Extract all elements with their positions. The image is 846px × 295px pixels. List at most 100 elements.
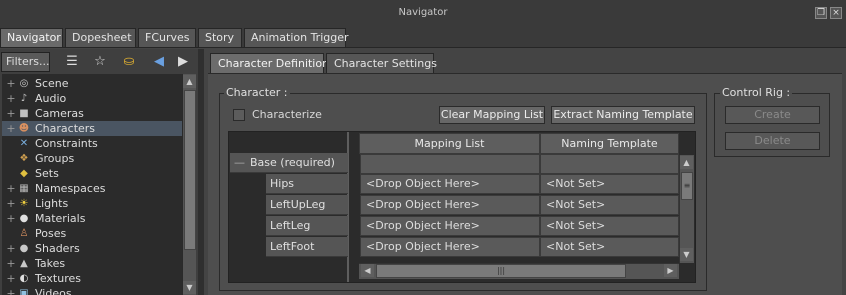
create-button[interactable]: Create: [725, 106, 820, 124]
expand-icon[interactable]: +: [6, 76, 16, 91]
tree-item-cameras[interactable]: + ■ Cameras: [2, 106, 182, 121]
audio-icon: ♪: [20, 93, 28, 104]
naming-cell[interactable]: <Not Set>: [540, 216, 679, 236]
grid-scroll-up-icon[interactable]: ▲: [680, 156, 693, 169]
tree-item-label: Shaders: [35, 242, 80, 255]
tab-story[interactable]: Story: [198, 28, 242, 47]
tab-navigator[interactable]: Navigator: [0, 28, 63, 47]
tab-character-settings[interactable]: Character Settings: [326, 53, 437, 74]
collapse-icon[interactable]: —: [234, 153, 245, 173]
close-window-icon[interactable]: ×: [830, 7, 842, 19]
tree-item-audio[interactable]: + ♪ Audio: [2, 91, 182, 106]
expand-icon[interactable]: +: [6, 181, 16, 196]
tree-item-poses[interactable]: ♙ Poses: [2, 226, 182, 241]
group-row-naming-cell: [540, 154, 679, 174]
set-icon: ◆: [20, 168, 28, 179]
tree-item-scene[interactable]: + ◎ Scene: [2, 76, 182, 91]
extract-naming-template-button[interactable]: Extract Naming Template: [551, 106, 695, 124]
mapping-cell[interactable]: <Drop Object Here>: [360, 174, 540, 194]
tree-item-label: Characters: [35, 122, 96, 135]
material-icon: ●: [19, 213, 29, 224]
tree-item-label: Textures: [35, 272, 81, 285]
tree-item-textures[interactable]: + ◐ Textures: [2, 271, 182, 286]
filters-button[interactable]: Filters...: [1, 52, 50, 72]
character-group-label: Character :: [224, 86, 290, 99]
select-star-icon[interactable]: ☆: [91, 53, 109, 71]
group-icon: ❖: [19, 153, 29, 164]
navigator-tree: + ◎ Scene + ♪ Audio + ■ Cameras + ☻ Char…: [2, 74, 182, 295]
tab-fcurves[interactable]: FCurves: [138, 28, 196, 47]
tab-character-definition[interactable]: Character Definition: [210, 53, 329, 74]
light-icon: ☀: [19, 198, 29, 209]
back-arrow-icon[interactable]: ◀: [150, 53, 168, 71]
restore-window-icon[interactable]: ❐: [815, 7, 827, 19]
tree-item-sets[interactable]: ◆ Sets: [2, 166, 182, 181]
expand-icon[interactable]: +: [6, 256, 16, 271]
tree-item-label: Namespaces: [35, 182, 106, 195]
tree-item-label: Takes: [35, 257, 66, 270]
tree-item-constraints[interactable]: ✕ Constraints: [2, 136, 182, 151]
table-row-label[interactable]: LeftUpLeg: [266, 195, 348, 215]
video-icon: ▣: [19, 288, 29, 295]
column-header-mapping-list[interactable]: Mapping List: [359, 133, 540, 154]
characterize-checkbox[interactable]: [233, 109, 245, 121]
list-view-icon[interactable]: ☰: [63, 53, 81, 71]
grid-scroll-right-icon[interactable]: ▶: [664, 264, 677, 277]
mapping-cell[interactable]: <Drop Object Here>: [360, 195, 540, 215]
mapping-cell[interactable]: <Drop Object Here>: [360, 237, 540, 257]
take-icon: ▲: [20, 258, 28, 269]
expand-icon[interactable]: +: [6, 211, 16, 226]
tree-item-label: Constraints: [35, 137, 98, 150]
tree-item-label: Materials: [35, 212, 86, 225]
tree-item-label: Lights: [35, 197, 69, 210]
expand-icon[interactable]: +: [6, 91, 16, 106]
namespace-icon: ▦: [19, 183, 29, 194]
tree-item-shaders[interactable]: + ● Shaders: [2, 241, 182, 256]
pose-icon: ♙: [19, 228, 29, 239]
tree-item-label: Videos: [35, 287, 72, 295]
mapping-cell[interactable]: <Drop Object Here>: [360, 216, 540, 236]
naming-cell[interactable]: <Not Set>: [540, 195, 679, 215]
naming-cell[interactable]: <Not Set>: [540, 174, 679, 194]
tree-item-materials[interactable]: + ● Materials: [2, 211, 182, 226]
grid-scroll-left-icon[interactable]: ◀: [361, 264, 374, 277]
table-row-label[interactable]: LeftLeg: [266, 216, 348, 236]
expand-icon[interactable]: +: [6, 106, 16, 121]
expand-icon[interactable]: +: [6, 241, 16, 256]
tab-animation-trigger[interactable]: Animation Trigger: [244, 28, 349, 47]
scroll-up-icon[interactable]: ▲: [183, 75, 196, 88]
tree-item-label: Audio: [35, 92, 67, 105]
tree-item-takes[interactable]: + ▲ Takes: [2, 256, 182, 271]
grid-vertical-thumb[interactable]: ≡: [681, 172, 693, 200]
table-row-label[interactable]: LeftFoot: [266, 237, 348, 257]
tab-dopesheet[interactable]: Dopesheet: [65, 28, 136, 47]
tree-scrollbar-thumb[interactable]: [184, 90, 196, 250]
grid-horizontal-thumb[interactable]: |||: [376, 264, 626, 278]
tree-item-characters[interactable]: + ☻ Characters: [2, 121, 182, 136]
shader-icon: ●: [19, 243, 29, 254]
expand-icon[interactable]: +: [6, 286, 16, 295]
expand-icon[interactable]: +: [6, 271, 16, 286]
forward-arrow-icon[interactable]: ▶: [174, 53, 192, 71]
texture-icon: ◐: [19, 273, 29, 284]
delete-button[interactable]: Delete: [725, 132, 820, 150]
scroll-down-icon[interactable]: ▼: [183, 281, 196, 294]
tree-item-label: Scene: [35, 77, 69, 90]
tree-item-namespaces[interactable]: + ▦ Namespaces: [2, 181, 182, 196]
tree-item-groups[interactable]: ❖ Groups: [2, 151, 182, 166]
tree-item-videos[interactable]: + ▣ Videos: [2, 286, 182, 295]
group-row-base[interactable]: — Base (required): [230, 153, 348, 173]
lock-icon[interactable]: ⛀: [120, 53, 138, 71]
group-row-label: Base (required): [250, 156, 335, 169]
column-header-naming-template[interactable]: Naming Template: [540, 133, 679, 154]
tree-item-label: Poses: [35, 227, 67, 240]
constraint-icon: ✕: [19, 138, 29, 149]
expand-icon[interactable]: +: [6, 196, 16, 211]
naming-cell[interactable]: <Not Set>: [540, 237, 679, 257]
grid-scroll-down-icon[interactable]: ▼: [680, 248, 693, 261]
tree-item-lights[interactable]: + ☀ Lights: [2, 196, 182, 211]
clear-mapping-list-button[interactable]: Clear Mapping List: [439, 106, 545, 124]
tree-item-label: Groups: [35, 152, 75, 165]
expand-icon[interactable]: +: [6, 121, 16, 136]
table-row-label[interactable]: Hips: [266, 174, 348, 194]
